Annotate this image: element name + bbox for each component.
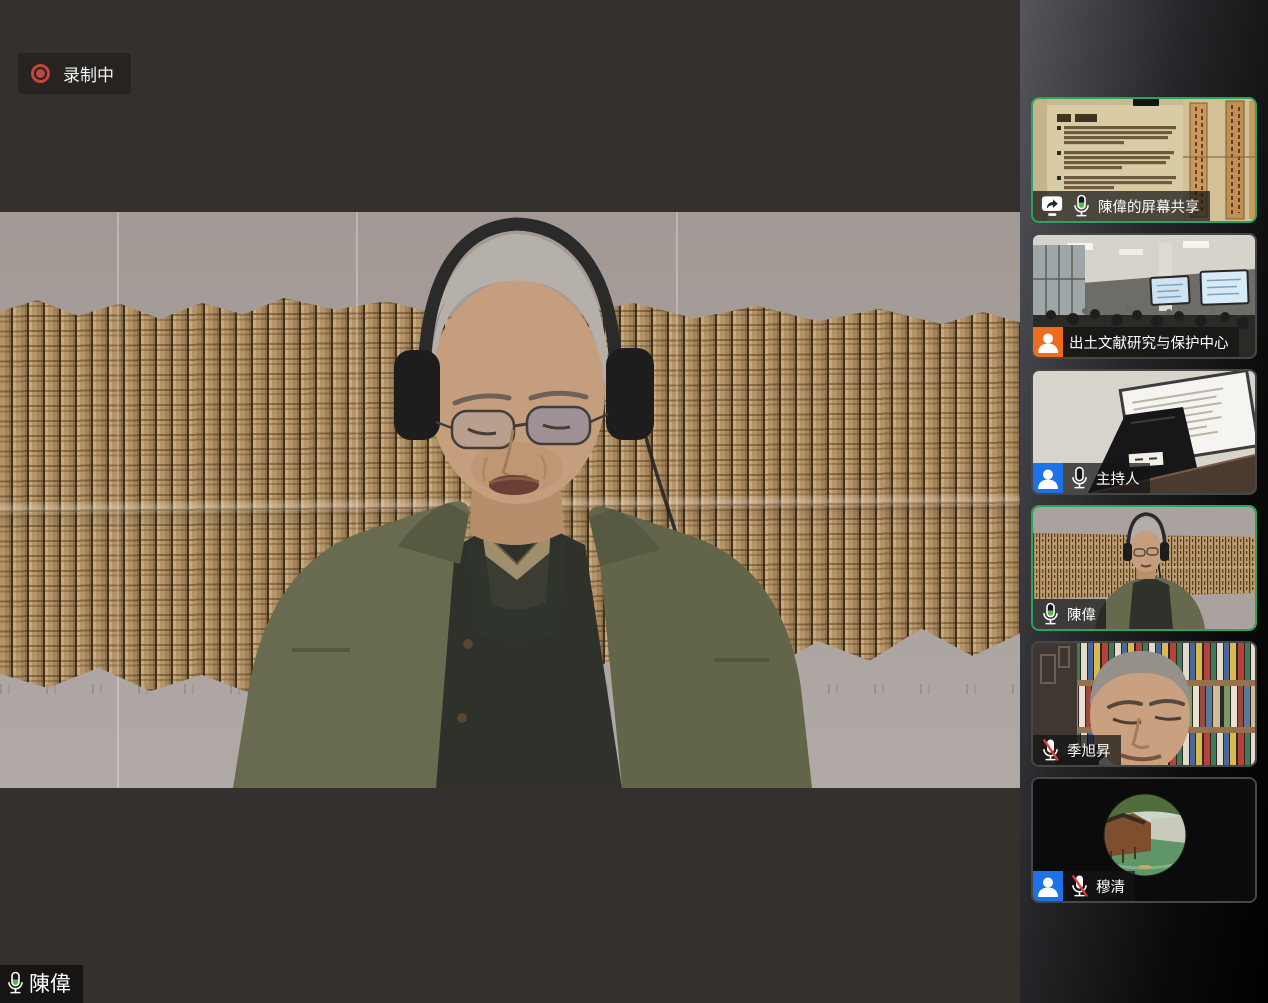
- participant-name: 出土文献研究与保护中心: [1069, 332, 1229, 353]
- mic-active-icon: [1071, 193, 1092, 219]
- main-stage: 录制中 陳偉: [0, 0, 1020, 1003]
- mic-on-icon: [1069, 465, 1090, 491]
- participant-icon: [1033, 871, 1063, 901]
- participant-name: 陳偉的屏幕共享: [1098, 196, 1200, 217]
- participant-tile-jixusheng[interactable]: 季旭昇: [1031, 641, 1257, 767]
- recording-indicator: 录制中: [18, 53, 131, 94]
- participant-tile-screen-share[interactable]: 陳偉的屏幕共享: [1031, 97, 1257, 223]
- screen-share-icon: [1040, 194, 1065, 219]
- participant-icon: [1033, 327, 1063, 357]
- mic-active-icon: [1040, 601, 1061, 627]
- recording-label: 录制中: [63, 61, 114, 86]
- participant-tile-muqing[interactable]: 穆清: [1031, 777, 1257, 903]
- participant-name: 穆清: [1096, 876, 1125, 897]
- main-speaker-name: 陳偉: [29, 968, 71, 998]
- speaker-figure: [0, 212, 1020, 788]
- mic-muted-icon: [1069, 873, 1090, 899]
- participant-tile-chenwei[interactable]: 陳偉: [1031, 505, 1257, 631]
- mic-active-icon: [5, 970, 26, 996]
- main-speaker-nametag: 陳偉: [0, 965, 83, 1003]
- participant-tile-research-center[interactable]: 出土文献研究与保护中心: [1031, 233, 1257, 359]
- participant-icon: [1033, 463, 1063, 493]
- participant-name: 季旭昇: [1067, 740, 1111, 761]
- participants-sidebar[interactable]: 陳偉的屏幕共享: [1020, 0, 1268, 1003]
- record-icon: [31, 64, 50, 83]
- participant-name: 陳偉: [1067, 604, 1096, 625]
- participant-name: 主持人: [1096, 468, 1140, 489]
- main-speaker-video[interactable]: [0, 212, 1020, 788]
- mic-muted-icon: [1040, 737, 1061, 763]
- participant-tile-host[interactable]: 主持人: [1031, 369, 1257, 495]
